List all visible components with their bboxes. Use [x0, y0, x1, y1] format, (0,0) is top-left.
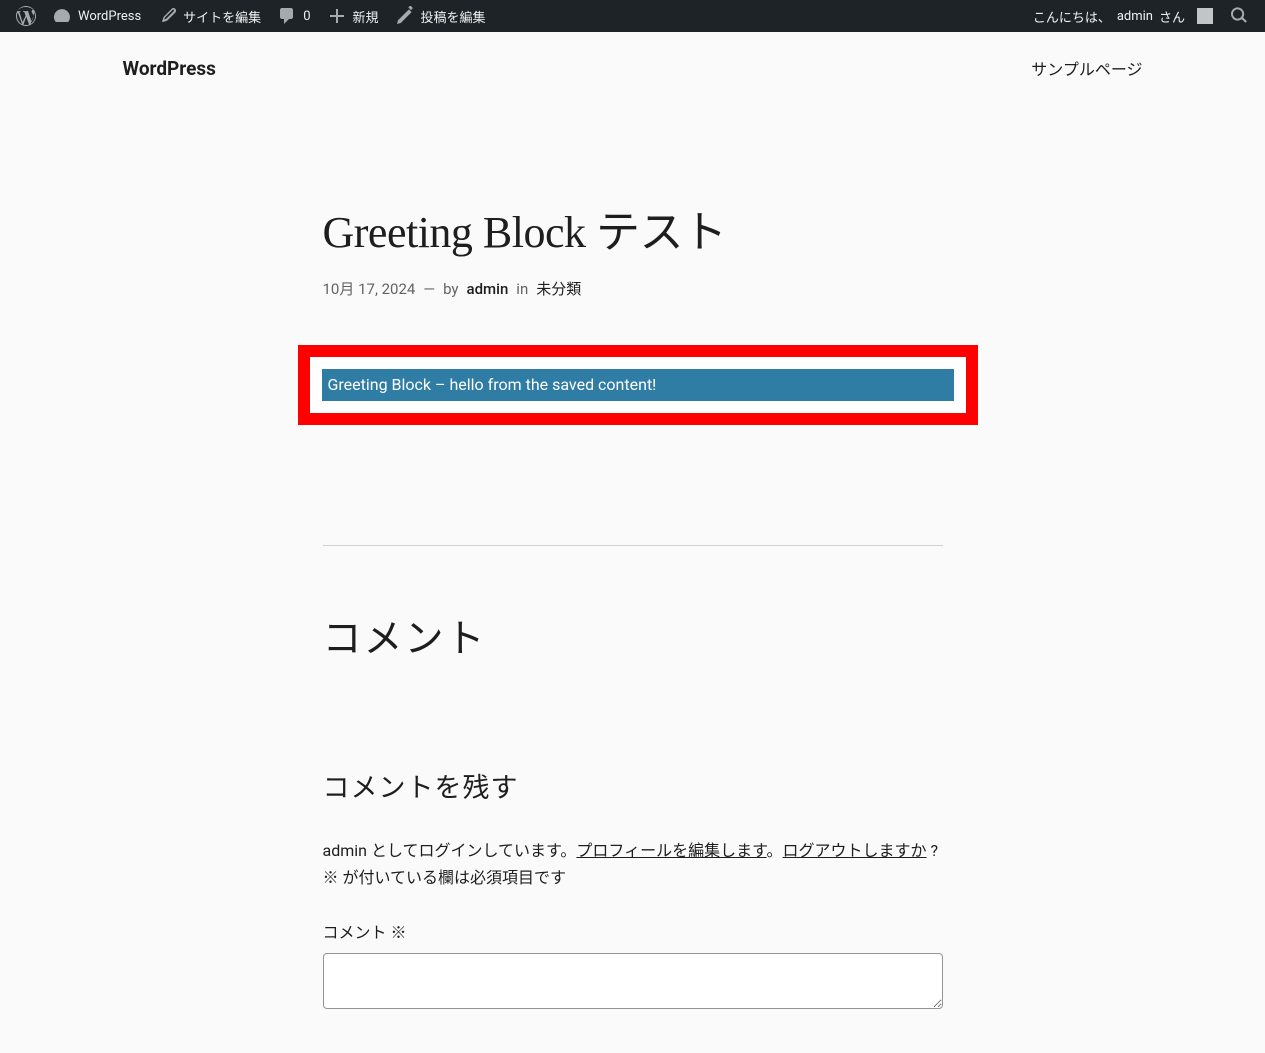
avatar-icon [1197, 8, 1213, 24]
by-label: by [443, 280, 458, 298]
site-title[interactable]: WordPress [123, 57, 216, 80]
site-header: WordPress サンプルページ [83, 32, 1183, 96]
search-icon [1229, 6, 1249, 26]
plus-icon [327, 6, 347, 26]
comments-heading: コメント [323, 608, 943, 664]
dashboard-icon [52, 6, 72, 26]
post-title: Greeting Block テスト [323, 196, 943, 260]
comments-menu[interactable]: 0 [269, 0, 318, 32]
post-date[interactable]: 10月 17, 2024 [323, 278, 416, 299]
edit-site-label: サイトを編集 [183, 7, 261, 26]
greeting-suffix: さん [1159, 7, 1185, 26]
new-content-menu[interactable]: 新規 [319, 0, 387, 32]
site-name-label: WordPress [78, 9, 141, 24]
search-menu[interactable] [1221, 0, 1257, 32]
customize-icon [157, 6, 177, 26]
primary-nav: サンプルページ [1031, 56, 1142, 80]
post-author[interactable]: admin [467, 280, 509, 298]
wp-logo-menu[interactable] [8, 0, 44, 32]
logged-in-as: admin としてログインしています。プロフィールを編集します。ログアウトします… [323, 837, 943, 891]
site-name-menu[interactable]: WordPress [44, 0, 149, 32]
greeting-block-highlight: Greeting Block – hello from the saved co… [298, 345, 978, 425]
post-meta: 10月 17, 2024 — by admin in 未分類 [323, 278, 943, 299]
edit-post-menu[interactable]: 投稿を編集 [387, 0, 494, 32]
comment-label: コメント ※ [323, 919, 943, 943]
admin-bar-left: WordPress サイトを編集 0 新規 投稿を編集 [8, 0, 494, 32]
greeting-username: admin [1117, 9, 1153, 24]
in-label: in [516, 280, 528, 298]
leave-reply-heading: コメントを残す [323, 766, 943, 805]
meta-separator: — [423, 280, 435, 298]
content-divider [323, 545, 943, 546]
nav-sample-page[interactable]: サンプルページ [1031, 60, 1142, 79]
wordpress-logo-icon [16, 6, 36, 26]
period1: 。 [767, 841, 783, 860]
my-account-menu[interactable]: こんにちは、 admin さん [1025, 0, 1221, 32]
comment-icon [277, 6, 297, 26]
logged-in-prefix: admin としてログインしています。 [323, 841, 577, 860]
comments-count: 0 [303, 9, 310, 24]
edit-site-menu[interactable]: サイトを編集 [149, 0, 269, 32]
post-category[interactable]: 未分類 [536, 278, 581, 299]
logout-link[interactable]: ログアウトしますか [783, 841, 927, 860]
comment-textarea[interactable] [323, 953, 943, 1009]
greeting-prefix: こんにちは、 [1033, 7, 1111, 26]
main-content: Greeting Block テスト 10月 17, 2024 — by adm… [313, 96, 953, 1053]
admin-bar: WordPress サイトを編集 0 新規 投稿を編集 [0, 0, 1265, 32]
admin-bar-right: こんにちは、 admin さん [1025, 0, 1257, 32]
edit-post-label: 投稿を編集 [421, 7, 486, 26]
greeting-block: Greeting Block – hello from the saved co… [322, 369, 954, 401]
edit-icon [395, 6, 415, 26]
new-label: 新規 [353, 7, 379, 26]
edit-profile-link[interactable]: プロフィールを編集します [576, 841, 766, 860]
